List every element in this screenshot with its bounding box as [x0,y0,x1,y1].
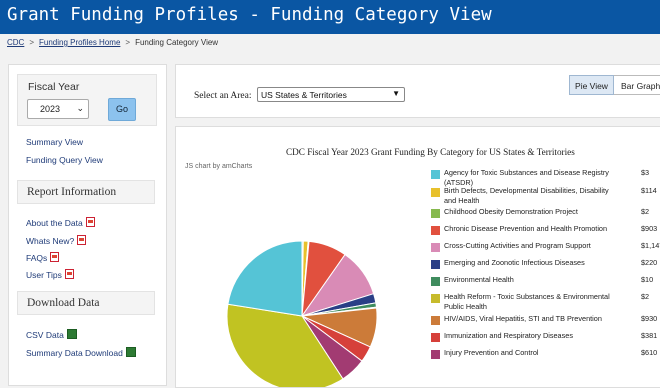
legend-label: Immunization and Respiratory Diseases [444,331,573,340]
pdf-icon [77,235,87,245]
breadcrumb-current: Funding Category View [135,38,219,47]
legend-label: Emerging and Zoonotic Infectious Disease… [444,258,585,267]
legend-swatch [431,316,440,325]
breadcrumb-home-link[interactable]: Funding Profiles Home [39,38,120,47]
summary-view-link[interactable]: Summary View [26,137,83,147]
legend-label: HIV/AIDS, Viral Hepatitis, STI and TB Pr… [444,314,602,323]
sidebar: Fiscal Year 2023 ⌄ Go Summary View Fundi… [8,64,167,386]
user-tips-link[interactable]: User Tips [26,269,74,280]
fiscal-year-label: Fiscal Year [28,81,80,93]
summary-data-download-link[interactable]: Summary Data Download [26,347,136,358]
legend-swatch [431,260,440,269]
faqs-link[interactable]: FAQs [26,252,60,263]
legend-label: Agency for Toxic Substances and Disease … [444,168,609,187]
legend-value: $1,147 [641,241,660,250]
fiscal-year-select[interactable]: 2023 ⌄ [27,99,89,119]
area-label: Select an Area: [194,91,252,101]
csv-data-label: CSV Data [26,330,64,340]
legend-value: $3 [641,168,650,177]
legend-label: Cross-Cutting Activities and Program Sup… [444,241,591,250]
go-button[interactable]: Go [108,98,136,121]
funding-query-view-link[interactable]: Funding Query View [26,155,103,165]
pie-view-button[interactable]: Pie View [569,75,614,95]
area-select[interactable]: US States & Territories ▼ [257,87,405,102]
legend-swatch [431,333,440,342]
spreadsheet-icon [125,347,136,357]
area-selector-panel: Select an Area: US States & Territories … [175,64,660,118]
legend-value: $10 [641,275,654,284]
pdf-icon [64,269,74,279]
faqs-label: FAQs [26,253,48,263]
user-tips-label: User Tips [26,270,62,280]
about-the-data-label: About the Data [26,218,83,228]
legend-value: $381 [641,331,658,340]
breadcrumb-separator: > [29,38,35,47]
legend-swatch [431,170,440,179]
legend-label: Health Reform - Toxic Substances & Envir… [444,292,610,311]
legend-label: Injury Prevention and Control [444,348,539,357]
legend-swatch [431,209,440,218]
legend-value: $930 [641,314,658,323]
area-select-value: US States & Territories [261,90,347,100]
whats-new-label: Whats New? [26,236,75,246]
pdf-icon [85,217,95,227]
legend-label: Chronic Disease Prevention and Health Pr… [444,224,608,233]
pdf-icon [50,252,60,262]
bar-graph-button[interactable]: Bar Graph [614,75,660,95]
legend-value: $220 [641,258,658,267]
legend-value: $2 [641,207,650,216]
legend-swatch [431,243,440,252]
chevron-down-icon: ▼ [392,89,400,98]
page-header: Grant Funding Profiles - Funding Categor… [0,0,660,34]
breadcrumb-cdc-link[interactable]: CDC [7,38,24,47]
download-data-heading: Download Data [17,291,155,315]
legend-swatch [431,294,440,303]
summary-data-download-label: Summary Data Download [26,348,123,358]
about-the-data-link[interactable]: About the Data [26,217,95,228]
spreadsheet-icon [66,329,77,339]
legend-swatch [431,188,440,197]
legend-label: Birth Defects, Developmental Disabilitie… [444,186,609,205]
report-information-heading: Report Information [17,180,155,204]
legend-swatch [431,350,440,359]
legend-value: $610 [641,348,658,357]
chart-panel: CDC Fiscal Year 2023 Grant Funding By Ca… [175,126,660,388]
legend-label: Childhood Obesity Demonstration Project [444,207,578,216]
breadcrumb-separator: > [125,38,131,47]
legend-swatch [431,226,440,235]
fiscal-year-value: 2023 [40,104,61,114]
legend-value: $903 [641,224,658,233]
legend-swatch [431,277,440,286]
chevron-down-icon: ⌄ [76,103,84,113]
pie-slice-other[interactable] [227,240,303,317]
csv-data-link[interactable]: CSV Data [26,329,77,340]
breadcrumb: CDC > Funding Profiles Home > Funding Catego… [7,38,218,47]
legend-value: $2 [641,292,650,301]
page-title: Grant Funding Profiles - Funding Categor… [7,5,492,25]
legend-value: $114 [641,186,657,195]
pie-chart [226,240,378,387]
legend-label: Environmental Health [444,275,514,284]
whats-new-link[interactable]: Whats New? [26,235,87,246]
